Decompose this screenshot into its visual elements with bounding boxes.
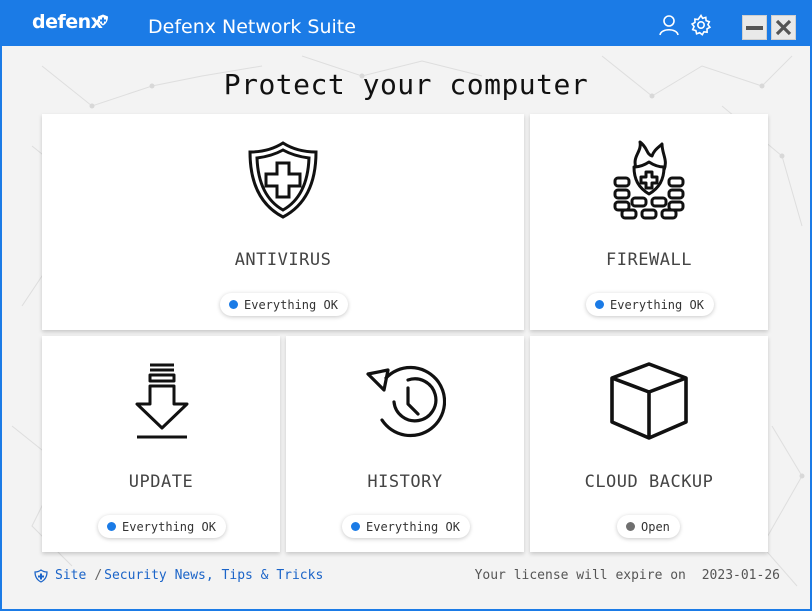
status-dot [229,300,238,309]
status-dot [351,522,360,531]
history-icon [366,365,446,438]
shield-plus-icon [248,141,318,219]
minimize-icon [746,26,763,30]
title-bar: defenx Defenx Network Suite [2,2,810,46]
cube-icon [610,362,688,440]
minimize-button[interactable] [742,15,767,40]
cloud-backup-card[interactable]: CLOUD BACKUP Open [530,336,768,552]
update-card[interactable]: UPDATE Everything OK [42,336,280,552]
logo-shield-icon [98,14,108,26]
cloud-backup-status: Open [617,515,680,538]
firewall-label: FIREWALL [606,250,692,270]
user-icon[interactable] [658,14,680,36]
security-news-link[interactable]: Security News, Tips & Tricks [104,568,323,583]
app-title: Defenx Network Suite [148,16,356,38]
history-card[interactable]: HISTORY Everything OK [286,336,524,552]
close-icon [775,19,792,36]
cloud-backup-label: CLOUD BACKUP [584,472,714,492]
license-date: 2023-01-26 [701,568,780,583]
license-text: Your license will expire on [474,568,686,583]
update-label: UPDATE [128,472,194,492]
history-status-text: Everything OK [366,519,460,534]
firewall-icon [613,140,685,220]
status-dot [626,522,635,531]
page-heading: Protect your computer [223,68,589,101]
footer-links: Site / Security News, Tips & Tricks [34,568,323,583]
footer-separator: / [94,568,103,583]
history-status: Everything OK [342,515,470,538]
cloud-backup-status-text: Open [641,519,670,534]
antivirus-label: ANTIVIRUS [234,250,332,270]
defenx-logo: defenx [32,11,103,33]
firewall-status-text: Everything OK [610,297,704,312]
status-dot [595,300,604,309]
antivirus-card[interactable]: ANTIVIRUS Everything OK [42,114,524,330]
shield-icon [34,568,48,583]
antivirus-status-text: Everything OK [244,297,338,312]
antivirus-status: Everything OK [220,293,348,316]
history-label: HISTORY [367,472,443,492]
close-button[interactable] [771,15,796,40]
update-status: Everything OK [98,515,226,538]
firewall-card[interactable]: FIREWALL Everything OK [530,114,768,330]
license-info: Your license will expire on 2023-01-26 [475,568,780,583]
status-dot [107,522,116,531]
firewall-status: Everything OK [586,293,714,316]
update-status-text: Everything OK [122,519,216,534]
download-icon [135,363,189,439]
gear-icon[interactable] [690,14,712,36]
site-link[interactable]: Site [55,568,86,583]
app-window: defenx Defenx Network Suite Protect your… [0,0,812,611]
